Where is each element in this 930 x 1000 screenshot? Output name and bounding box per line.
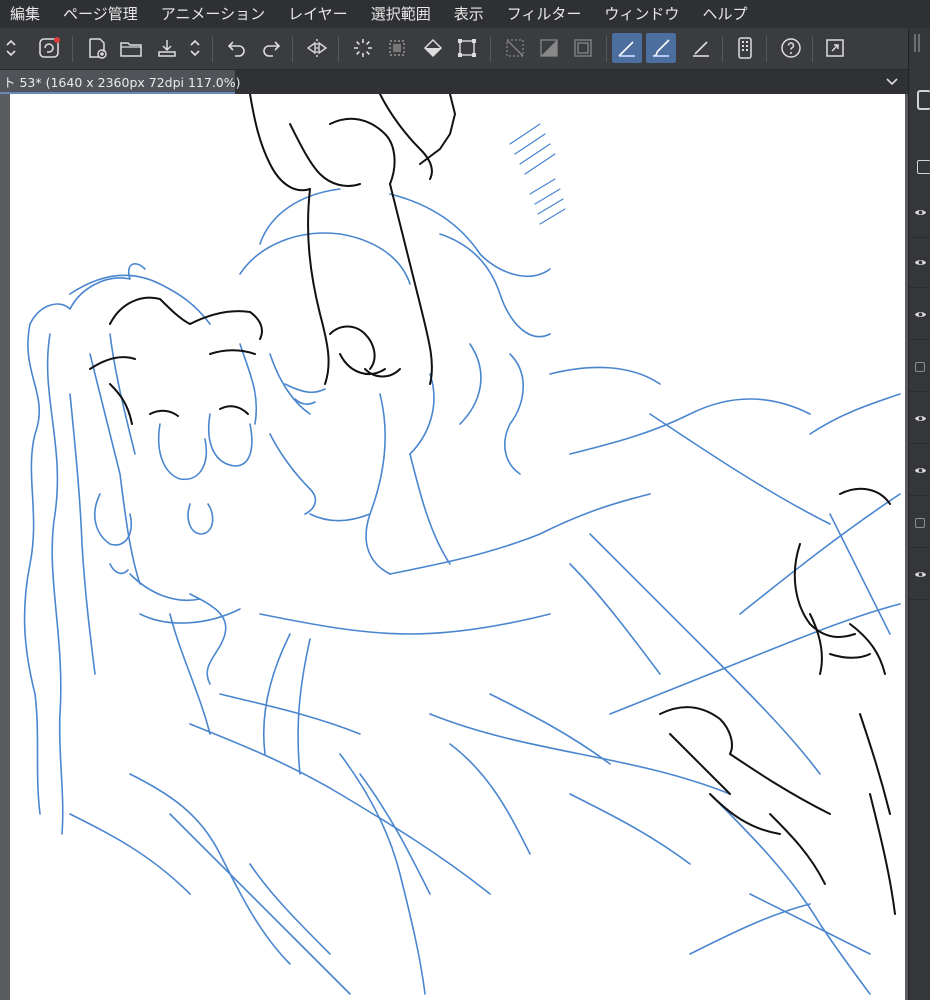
- sketch-artwork: [23, 94, 901, 995]
- menu-page-management[interactable]: ページ管理: [63, 0, 138, 28]
- menu-selection[interactable]: 選択範囲: [371, 0, 431, 28]
- menu-window[interactable]: ウィンドウ: [604, 0, 679, 28]
- layer-row[interactable]: [909, 550, 930, 600]
- layer-list-icon[interactable]: [917, 160, 930, 174]
- menu-view[interactable]: 表示: [454, 0, 484, 28]
- undo-icon[interactable]: [222, 33, 252, 63]
- fill-icon[interactable]: [418, 33, 448, 63]
- visibility-checkbox[interactable]: [915, 517, 925, 528]
- drawing-canvas[interactable]: [10, 94, 905, 1000]
- command-bar: [0, 28, 930, 70]
- menu-bar: 編集 ページ管理 アニメーション レイヤー 選択範囲 表示 フィルター ウィンド…: [0, 0, 930, 28]
- ruler-snap-icon[interactable]: [612, 33, 642, 63]
- menu-layer[interactable]: レイヤー: [288, 0, 348, 28]
- deselect-icon[interactable]: [500, 33, 530, 63]
- redo-icon[interactable]: [256, 33, 286, 63]
- layer-row[interactable]: [909, 498, 930, 548]
- chevron-down-icon[interactable]: [884, 73, 900, 89]
- menu-animation[interactable]: アニメーション: [161, 0, 265, 28]
- layer-panel-edge: [908, 28, 930, 1000]
- visibility-checkbox[interactable]: [915, 361, 925, 372]
- loading-spinner-icon[interactable]: [348, 33, 378, 63]
- open-folder-icon[interactable]: [116, 33, 146, 63]
- document-tab-strip: ト 53* (1640 x 2360px 72dpi 117.0%): [0, 70, 908, 94]
- show-selection-icon[interactable]: [568, 33, 598, 63]
- eye-icon: [914, 468, 926, 473]
- menu-help[interactable]: ヘルプ: [702, 0, 747, 28]
- flip-horizontal-icon[interactable]: [302, 33, 332, 63]
- eye-icon: [914, 260, 926, 265]
- clip-studio-icon[interactable]: [34, 33, 64, 63]
- fullscreen-icon[interactable]: [820, 33, 850, 63]
- canvas-area[interactable]: [0, 94, 908, 1000]
- layer-row[interactable]: [909, 188, 930, 238]
- document-tab[interactable]: ト 53* (1640 x 2360px 72dpi 117.0%): [0, 70, 241, 94]
- select-all-icon[interactable]: [382, 33, 412, 63]
- transform-icon[interactable]: [452, 33, 482, 63]
- layer-row[interactable]: [909, 446, 930, 496]
- pen-snap-icon[interactable]: [686, 33, 716, 63]
- layer-row[interactable]: [909, 238, 930, 288]
- stepper-icon[interactable]: [188, 33, 202, 63]
- stepper-icon[interactable]: [4, 33, 18, 63]
- eye-icon: [914, 416, 926, 421]
- eye-icon: [914, 312, 926, 317]
- layer-row[interactable]: [909, 290, 930, 340]
- help-icon[interactable]: [776, 33, 806, 63]
- eye-icon: [914, 572, 926, 577]
- layer-row[interactable]: [909, 342, 930, 392]
- brush-snap-icon[interactable]: [646, 33, 676, 63]
- panel-grip-icon[interactable]: [914, 34, 916, 52]
- layer-row[interactable]: [909, 394, 930, 444]
- eye-icon: [914, 210, 926, 215]
- menu-filter[interactable]: フィルター: [507, 0, 582, 28]
- invert-selection-icon[interactable]: [534, 33, 564, 63]
- tablet-icon[interactable]: [730, 33, 760, 63]
- menu-edit[interactable]: 編集: [10, 0, 40, 28]
- panel-tab-icon[interactable]: [917, 90, 930, 110]
- save-icon[interactable]: [152, 33, 182, 63]
- document-tab-label: ト 53* (1640 x 2360px 72dpi 117.0%): [3, 74, 241, 90]
- new-file-icon[interactable]: [82, 33, 112, 63]
